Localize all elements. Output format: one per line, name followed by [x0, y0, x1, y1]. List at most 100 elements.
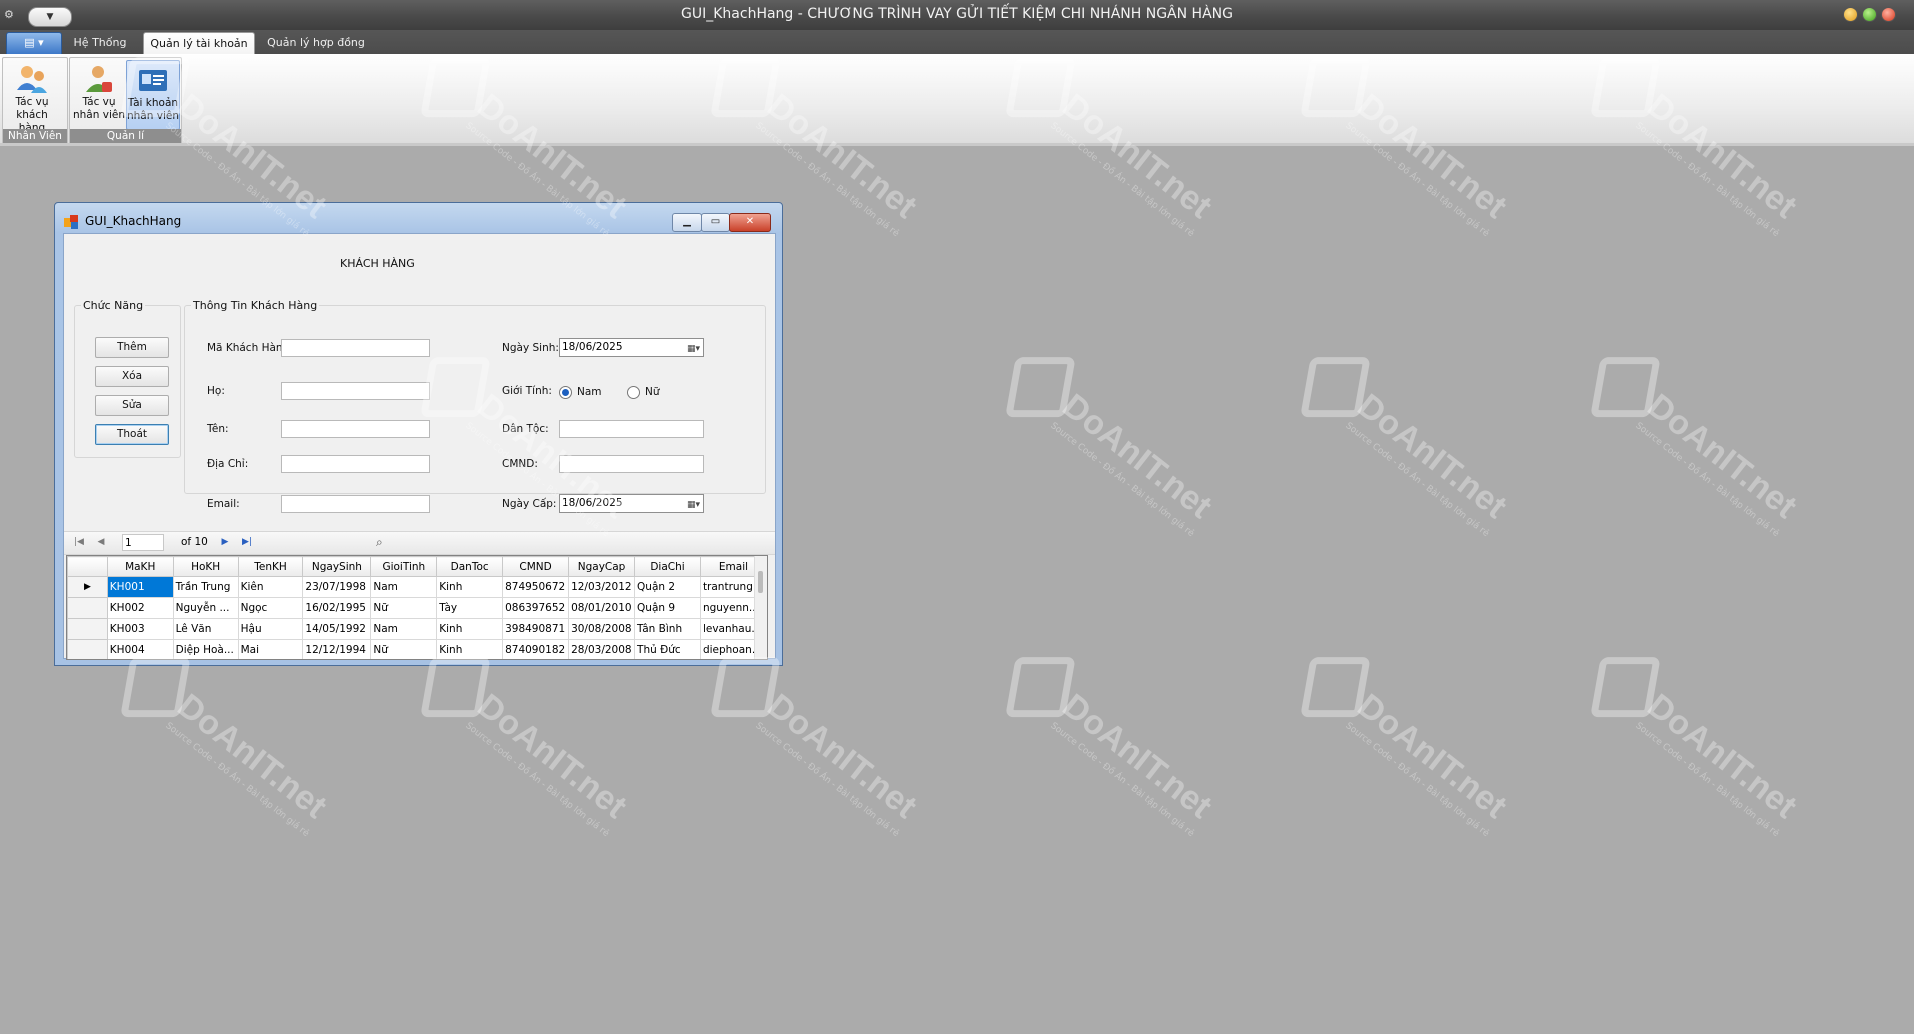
table-cell[interactable]: 12/03/2012: [568, 576, 636, 598]
label-dan-toc: Dân Tộc:: [502, 423, 549, 435]
watermark-subtext: Source Code - Đồ Án - Bài tập lớn giá rẻ: [163, 720, 311, 840]
tac-vu-nhan-vien-button[interactable]: Tác vụ nhân viên: [73, 60, 125, 128]
menu-icon: ▤ ▾: [24, 36, 44, 49]
table-cell[interactable]: 28/03/2008: [568, 639, 636, 659]
table-cell[interactable]: 12/12/1994: [302, 639, 372, 659]
table-cell[interactable]: Nguyễn ...: [172, 597, 239, 619]
table-cell[interactable]: Ngọc: [237, 597, 304, 619]
table-cell[interactable]: KH004: [106, 639, 174, 659]
move-first-icon[interactable]: |◀: [72, 536, 86, 549]
tab-quan-ly-hop-dong[interactable]: Quản lý hợp đồng: [266, 32, 366, 54]
table-row[interactable]: KH004 Diệp Hoà... Mai 12/12/1994 Nữ Kinh…: [67, 639, 767, 659]
table-cell[interactable]: 23/07/1998: [302, 576, 372, 598]
move-next-icon[interactable]: ▶: [218, 536, 232, 549]
column-header[interactable]: DiaChi: [634, 556, 701, 577]
dia-chi-input[interactable]: [281, 455, 430, 473]
xoa-button[interactable]: Xóa: [95, 366, 169, 387]
table-cell[interactable]: Kiên: [237, 576, 304, 598]
search-icon[interactable]: ⌕: [376, 535, 383, 550]
cmnd-input[interactable]: [559, 455, 704, 473]
watermark-logo-icon: [420, 657, 491, 718]
table-cell[interactable]: Trần Trung: [172, 576, 239, 598]
table-cell[interactable]: Nam: [370, 576, 438, 598]
application-menu-button[interactable]: ▤ ▾: [6, 32, 62, 55]
table-cell[interactable]: Kinh: [436, 576, 504, 598]
sua-button[interactable]: Sửa: [95, 395, 169, 416]
table-cell[interactable]: KH003: [106, 618, 174, 640]
table-cell[interactable]: Thủ Đức: [634, 639, 701, 659]
scrollbar-thumb[interactable]: [758, 571, 763, 593]
vertical-scrollbar[interactable]: [754, 556, 767, 659]
calendar-icon[interactable]: ▦▾: [680, 341, 700, 354]
column-header[interactable]: TenKH: [237, 556, 304, 577]
column-header[interactable]: CMND: [502, 556, 570, 577]
table-cell[interactable]: Quận 2: [634, 576, 701, 598]
label-ngay-sinh: Ngày Sinh:: [502, 342, 559, 354]
table-cell[interactable]: 30/08/2008: [568, 618, 636, 640]
table-cell[interactable]: 398490871: [502, 618, 570, 640]
table-cell[interactable]: Tày: [436, 597, 504, 619]
row-header[interactable]: [67, 639, 108, 659]
close-button[interactable]: ✕: [729, 213, 771, 232]
position-input[interactable]: 1: [122, 534, 164, 551]
column-header[interactable]: MaKH: [106, 556, 174, 577]
table-cell[interactable]: Kinh: [436, 639, 504, 659]
column-header[interactable]: NgayCap: [568, 556, 636, 577]
table-cell[interactable]: Tân Bình: [634, 618, 701, 640]
table-row[interactable]: KH002 Nguyễn ... Ngọc 16/02/1995 Nữ Tày …: [67, 597, 767, 619]
current-row-icon[interactable]: ▶: [67, 576, 108, 598]
binding-navigator: |◀ ◀ 1 of 10 ▶ ▶| ⌕: [64, 531, 775, 555]
table-cell[interactable]: 874950672: [502, 576, 570, 598]
ma-khach-hang-input[interactable]: [281, 339, 430, 357]
column-header[interactable]: NgaySinh: [302, 556, 372, 577]
thoat-button[interactable]: Thoát: [95, 424, 169, 445]
ngay-sinh-datepicker[interactable]: 18/06/2025 ▦▾: [559, 338, 704, 357]
table-cell[interactable]: KH002: [106, 597, 174, 619]
watermark-subtext: Source Code - Đồ Án - Bài tập lớn giá rẻ: [1048, 420, 1196, 540]
tai-khoan-nhan-vien-button[interactable]: Tài khoản nhân viên: [126, 60, 180, 130]
calendar-icon[interactable]: ▦▾: [680, 497, 700, 510]
table-row[interactable]: KH003 Lê Văn Hậu 14/05/1992 Nam Kinh 398…: [67, 618, 767, 640]
table-cell[interactable]: 874090182: [502, 639, 570, 659]
ho-input[interactable]: [281, 382, 430, 400]
ngay-cap-datepicker[interactable]: 18/06/2025 ▦▾: [559, 494, 704, 513]
email-input[interactable]: [281, 495, 430, 513]
move-last-icon[interactable]: ▶|: [240, 536, 254, 549]
maximize-button[interactable]: ▭: [701, 213, 730, 232]
table-cell[interactable]: 16/02/1995: [302, 597, 372, 619]
row-header[interactable]: [67, 597, 108, 619]
tab-quan-ly-tai-khoan[interactable]: Quản lý tài khoản: [143, 32, 255, 55]
row-header[interactable]: [67, 618, 108, 640]
table-cell[interactable]: Kinh: [436, 618, 504, 640]
radio-nam[interactable]: Nam: [559, 385, 602, 399]
watermark: DoAnIT.net Source Code - Đồ Án - Bài tập …: [376, 645, 634, 875]
table-cell[interactable]: Mai: [237, 639, 304, 659]
tab-he-thong[interactable]: Hệ Thống: [70, 32, 130, 54]
table-cell[interactable]: 086397652: [502, 597, 570, 619]
tac-vu-khach-hang-button[interactable]: Tác vụ khách hàng: [6, 60, 58, 134]
column-header[interactable]: GioiTinh: [370, 556, 438, 577]
radio-nu[interactable]: Nữ: [627, 385, 660, 399]
table-cell[interactable]: Diệp Hoà...: [172, 639, 239, 659]
table-cell[interactable]: Nữ: [370, 639, 438, 659]
table-row[interactable]: ▶ KH001 Trần Trung Kiên 23/07/1998 Nam K…: [67, 576, 767, 598]
minimize-button[interactable]: [1843, 7, 1858, 22]
column-header[interactable]: HoKH: [172, 556, 239, 577]
customer-data-grid[interactable]: MaKH HoKH TenKH NgaySinh GioiTinh DanToc…: [66, 555, 768, 660]
ten-input[interactable]: [281, 420, 430, 438]
table-cell[interactable]: Quận 9: [634, 597, 701, 619]
minimize-button[interactable]: ▁: [672, 213, 702, 232]
table-cell[interactable]: Nữ: [370, 597, 438, 619]
move-previous-icon[interactable]: ◀: [94, 536, 108, 549]
them-button[interactable]: Thêm: [95, 337, 169, 358]
table-cell[interactable]: Lê Văn: [172, 618, 239, 640]
column-header[interactable]: DanToc: [436, 556, 504, 577]
table-cell[interactable]: 08/01/2010: [568, 597, 636, 619]
close-button[interactable]: [1881, 7, 1896, 22]
table-cell[interactable]: KH001: [106, 576, 174, 598]
table-cell[interactable]: Nam: [370, 618, 438, 640]
table-cell[interactable]: Hậu: [237, 618, 304, 640]
table-cell[interactable]: 14/05/1992: [302, 618, 372, 640]
dan-toc-input[interactable]: [559, 420, 704, 438]
maximize-button[interactable]: [1862, 7, 1877, 22]
